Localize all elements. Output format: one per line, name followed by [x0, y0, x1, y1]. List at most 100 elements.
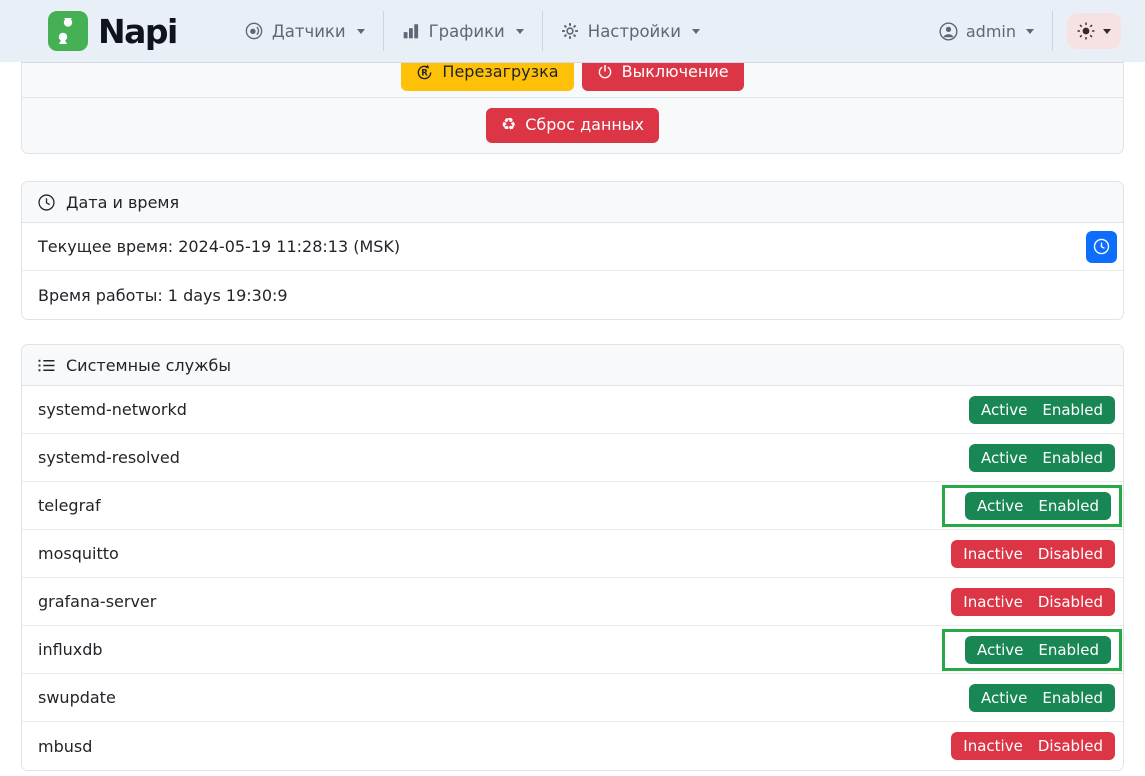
service-name: systemd-resolved	[38, 448, 180, 467]
service-name: systemd-networkd	[38, 400, 187, 419]
reset-label: Сброс данных	[525, 115, 644, 136]
gear-icon	[561, 22, 579, 40]
badge-highlight: Inactive Disabled	[951, 732, 1115, 760]
service-row: mbusd Inactive Disabled	[22, 722, 1123, 770]
service-name: mosquitto	[38, 544, 119, 563]
reboot-button[interactable]: R Перезагрузка	[401, 63, 573, 91]
service-badge: Active Enabled	[969, 396, 1115, 424]
bar-chart-icon	[402, 22, 420, 40]
service-name: influxdb	[38, 640, 103, 659]
services-list: systemd-networkd Active Enabled systemd-…	[22, 386, 1123, 770]
datetime-card-title: Дата и время	[66, 193, 179, 212]
service-row: mosquitto Inactive Disabled	[22, 530, 1123, 578]
service-name: telegraf	[38, 496, 101, 515]
reset-data-button[interactable]: ♻ Сброс данных	[486, 108, 659, 143]
service-name: swupdate	[38, 688, 116, 707]
service-row: grafana-server Inactive Disabled	[22, 578, 1123, 626]
chevron-down-icon	[516, 29, 524, 34]
service-row: telegraf Active Enabled	[22, 482, 1123, 530]
svg-text:R: R	[422, 68, 429, 78]
menu-charts[interactable]: Графики	[384, 22, 542, 41]
service-badge: Inactive Disabled	[951, 588, 1115, 616]
list-icon	[38, 357, 55, 374]
menu-sensors[interactable]: Датчики	[227, 22, 383, 41]
services-card-title: Системные службы	[66, 356, 231, 375]
badge-highlight: Active Enabled	[969, 684, 1115, 712]
service-state: Active	[981, 689, 1027, 707]
service-state: Inactive	[963, 593, 1023, 611]
reboot-icon: R	[416, 64, 433, 81]
chevron-down-icon	[1103, 29, 1111, 34]
badge-highlight: Inactive Disabled	[951, 588, 1115, 616]
chevron-down-icon	[357, 29, 365, 34]
navbar: Napi Датчики Графики	[0, 0, 1145, 62]
uptime-row: Время работы: 1 days 19:30:9	[22, 271, 1123, 319]
sensor-icon	[245, 22, 263, 40]
service-state: Active	[981, 401, 1027, 419]
service-enabled: Enabled	[1042, 449, 1103, 467]
datetime-card-header: Дата и время	[22, 182, 1123, 223]
badge-highlight: Active Enabled	[942, 485, 1122, 527]
service-badge: Inactive Disabled	[951, 732, 1115, 760]
theme-toggle[interactable]	[1067, 13, 1121, 49]
badge-highlight: Active Enabled	[942, 629, 1122, 671]
service-enabled: Disabled	[1038, 737, 1103, 755]
chevron-down-icon	[1026, 29, 1034, 34]
menu-sensors-label: Датчики	[272, 22, 346, 41]
service-state: Inactive	[963, 545, 1023, 563]
current-time-row: Текущее время: 2024-05-19 11:28:13 (MSK)	[22, 223, 1123, 271]
current-time-text: Текущее время: 2024-05-19 11:28:13 (MSK)	[38, 237, 400, 256]
badge-highlight: Inactive Disabled	[951, 540, 1115, 568]
shutdown-label: Выключение	[622, 63, 729, 82]
service-badge: Active Enabled	[965, 492, 1111, 520]
service-row: systemd-resolved Active Enabled	[22, 434, 1123, 482]
napi-logo-icon	[48, 11, 88, 51]
service-badge: Active Enabled	[969, 444, 1115, 472]
service-enabled: Disabled	[1038, 593, 1103, 611]
service-row: systemd-networkd Active Enabled	[22, 386, 1123, 434]
clock-icon	[38, 194, 55, 211]
badge-highlight: Active Enabled	[969, 396, 1115, 424]
brand[interactable]: Napi	[48, 11, 177, 51]
main-menu: Датчики Графики На	[227, 11, 718, 51]
nav-divider	[1052, 11, 1053, 51]
services-card-header: Системные службы	[22, 345, 1123, 386]
badge-highlight: Active Enabled	[969, 444, 1115, 472]
user-name: admin	[966, 22, 1016, 41]
reset-row: ♻ Сброс данных	[22, 98, 1123, 153]
clock-icon	[1093, 238, 1110, 255]
service-badge: Active Enabled	[969, 684, 1115, 712]
service-state: Active	[977, 641, 1023, 659]
service-state: Active	[981, 449, 1027, 467]
service-state: Active	[977, 497, 1023, 515]
navbar-right: admin	[921, 11, 1121, 51]
user-menu[interactable]: admin	[921, 22, 1052, 41]
service-row: swupdate Active Enabled	[22, 674, 1123, 722]
shutdown-button[interactable]: Выключение	[582, 63, 744, 91]
sync-time-button[interactable]	[1086, 231, 1117, 263]
uptime-text: Время работы: 1 days 19:30:9	[38, 286, 288, 305]
power-card: R Перезагрузка Выключение ♻ Сброс данных	[21, 62, 1124, 154]
service-name: mbusd	[38, 737, 92, 756]
service-badge: Inactive Disabled	[951, 540, 1115, 568]
sun-icon	[1077, 22, 1095, 40]
chevron-down-icon	[692, 29, 700, 34]
service-badge: Active Enabled	[965, 636, 1111, 664]
service-enabled: Enabled	[1038, 497, 1099, 515]
service-enabled: Enabled	[1038, 641, 1099, 659]
menu-charts-label: Графики	[429, 22, 505, 41]
service-enabled: Enabled	[1042, 401, 1103, 419]
brand-name: Napi	[98, 12, 177, 51]
datetime-card: Дата и время Текущее время: 2024-05-19 1…	[21, 181, 1124, 320]
service-enabled: Disabled	[1038, 545, 1103, 563]
power-icon	[597, 64, 613, 80]
service-row: influxdb Active Enabled	[22, 626, 1123, 674]
reboot-label: Перезагрузка	[442, 63, 558, 82]
service-state: Inactive	[963, 737, 1023, 755]
menu-settings[interactable]: Настройки	[543, 22, 718, 41]
recycle-icon: ♻	[501, 117, 516, 134]
power-buttons-row: R Перезагрузка Выключение	[22, 63, 1123, 98]
services-card: Системные службы systemd-networkd Active…	[21, 344, 1124, 771]
service-enabled: Enabled	[1042, 689, 1103, 707]
menu-settings-label: Настройки	[588, 22, 681, 41]
